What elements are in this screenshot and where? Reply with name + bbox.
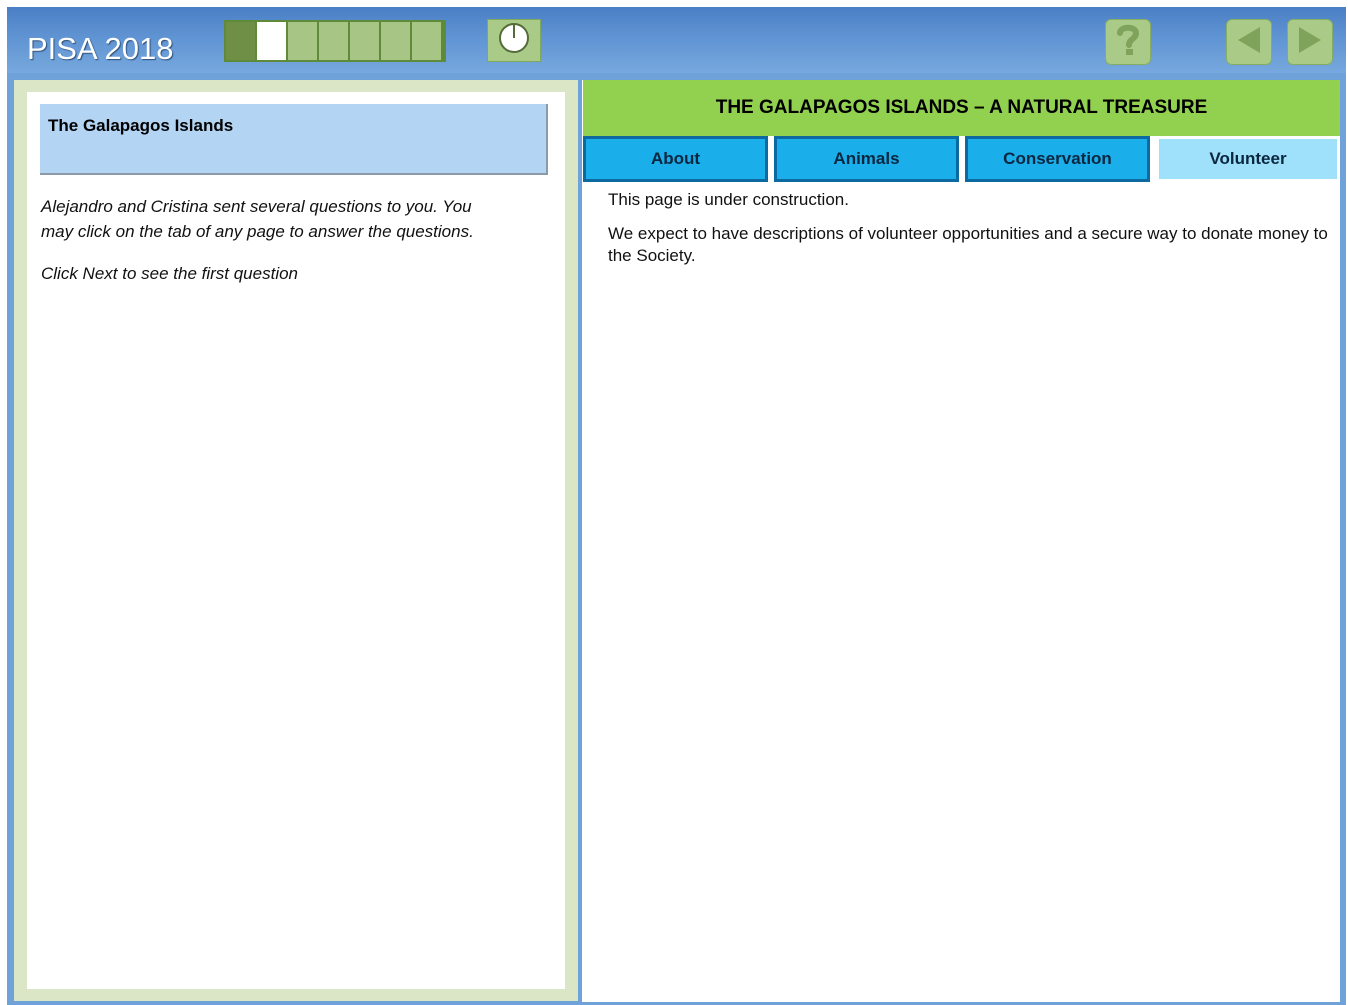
tab-volunteer[interactable]: Volunteer xyxy=(1156,136,1340,182)
website-content: This page is under construction. We expe… xyxy=(608,189,1328,279)
website-tabs: About Animals Conservation Volunteer xyxy=(583,136,1340,182)
timer-button[interactable] xyxy=(487,19,541,62)
top-bar: PISA 2018 xyxy=(7,7,1346,73)
progress-segment xyxy=(350,22,379,60)
clock-icon xyxy=(498,22,530,59)
website-header: THE GALAPAGOS ISLANDS – A NATURAL TREASU… xyxy=(583,80,1340,136)
help-button[interactable] xyxy=(1105,19,1151,65)
instruction-text: Click Next to see the first question xyxy=(41,264,299,283)
tab-about[interactable]: About xyxy=(583,136,768,182)
website-title: THE GALAPAGOS ISLANDS – A NATURAL TREASU… xyxy=(715,97,1208,118)
back-arrow-icon xyxy=(1234,24,1264,61)
tab-conservation[interactable]: Conservation xyxy=(965,136,1150,182)
instructions: Alejandro and Cristina sent several ques… xyxy=(41,195,501,305)
next-arrow-icon xyxy=(1295,24,1325,61)
next-button[interactable] xyxy=(1287,19,1333,65)
content-paragraph: We expect to have descriptions of volunt… xyxy=(608,224,1328,265)
unit-header: The Galapagos Islands xyxy=(40,104,548,175)
unit-title: The Galapagos Islands xyxy=(48,116,234,135)
progress-segment xyxy=(288,22,317,60)
progress-segment xyxy=(381,22,410,60)
progress-segment xyxy=(412,22,441,60)
back-button[interactable] xyxy=(1226,19,1272,65)
progress-segment xyxy=(226,22,255,60)
tab-animals[interactable]: Animals xyxy=(774,136,959,182)
instruction-text: Alejandro and Cristina sent several ques… xyxy=(41,197,474,241)
question-mark-icon xyxy=(1113,22,1143,63)
progress-segment xyxy=(319,22,348,60)
progress-segment xyxy=(257,22,286,60)
content-paragraph: This page is under construction. xyxy=(608,190,849,209)
app-title: PISA 2018 xyxy=(27,31,174,66)
progress-indicator xyxy=(224,20,446,62)
